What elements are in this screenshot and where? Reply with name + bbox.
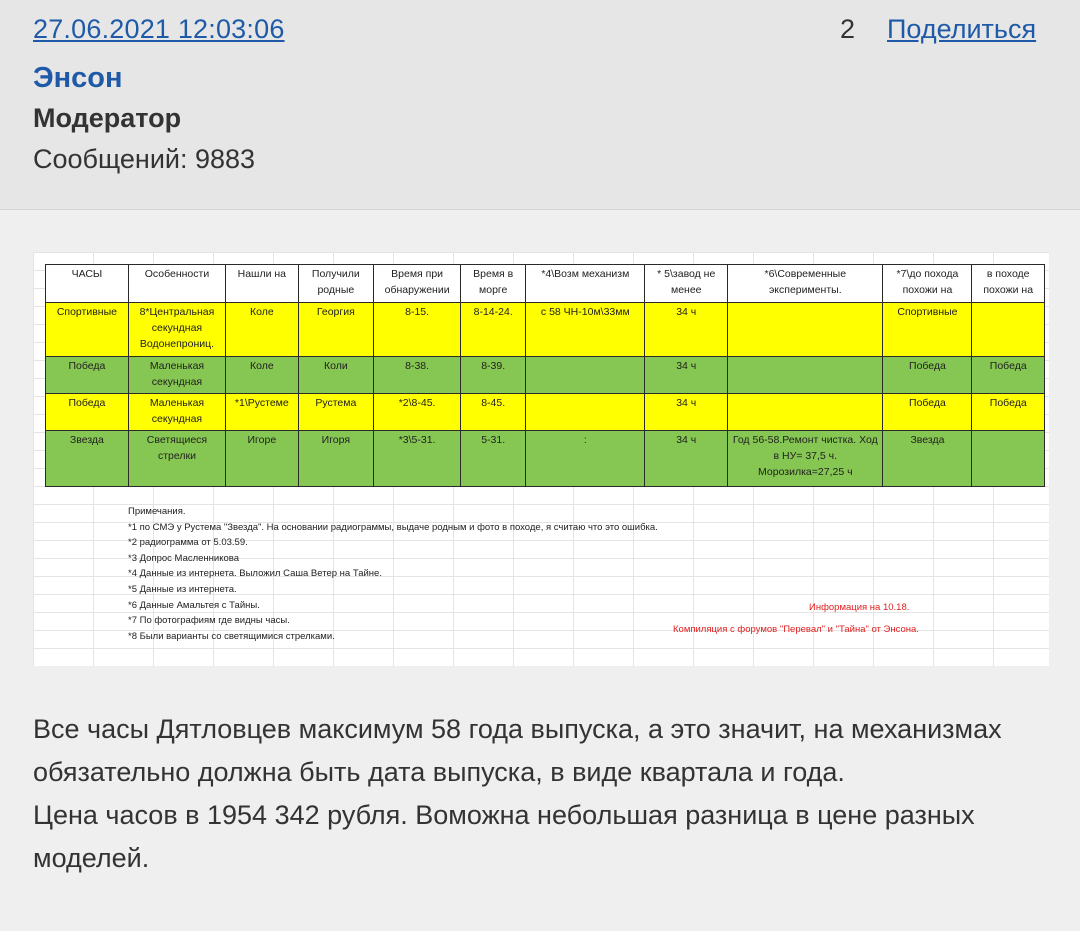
note-line: *1 по СМЭ у Рустема "Звезда". На основан…: [128, 521, 658, 533]
table-cell: Победа: [882, 393, 973, 431]
table-cell: 34 ч: [644, 302, 729, 357]
note-line: *8 Были варианты со светящимися стрелкам…: [128, 630, 335, 642]
table-cell: 34 ч: [644, 393, 729, 431]
table-cell: 8-39.: [460, 356, 527, 394]
post-paragraph: Все часы Дятловцев максимум 58 года выпу…: [33, 714, 1002, 787]
table-cell: [727, 393, 884, 431]
note-line: *4 Данные из интернета. Выложил Саша Вет…: [128, 568, 382, 580]
table-cell: [525, 393, 646, 431]
watches-table: ЧАСЫ Особенности Нашли на Получили родны…: [45, 264, 1045, 487]
table-header-cell: в походе похожи на: [971, 264, 1045, 303]
table-cell: Звезда: [882, 430, 973, 487]
table-header-cell: ЧАСЫ: [45, 264, 129, 303]
table-header-row: ЧАСЫ Особенности Нашли на Получили родны…: [45, 264, 1045, 303]
table-row: Победа Маленькая секундная Коле Коли 8-3…: [45, 356, 1045, 394]
table-cell: 34 ч: [644, 430, 729, 487]
share-link[interactable]: Поделиться: [887, 14, 1036, 45]
table-cell: 8-14-24.: [460, 302, 527, 357]
table-cell: :: [525, 430, 646, 487]
post-number: 2: [840, 14, 856, 44]
table-notes: Примечания. *1 по СМЭ у Рустема "Звезда"…: [128, 504, 658, 644]
table-cell: Победа: [45, 356, 129, 394]
table-header-cell: *7\до похода похожи на: [882, 264, 973, 303]
post-text: Все часы Дятловцев максимум 58 года выпу…: [33, 708, 1053, 880]
table-cell: 8*Центральная секундная Водонепрониц.: [127, 302, 227, 357]
table-row: Звезда Светящиеся стрелки Игоре Игоря *3…: [45, 430, 1045, 487]
table-cell: 8-38.: [373, 356, 462, 394]
table-cell: Коли: [297, 356, 375, 394]
table-cell: Игоре: [225, 430, 299, 487]
table-header-cell: Время при обнаружении: [373, 264, 462, 303]
table-cell: [971, 302, 1045, 357]
table-cell: 34 ч: [644, 356, 729, 394]
table-header-cell: * 5\завод не менее: [644, 264, 729, 303]
table-cell: Игоря: [297, 430, 375, 487]
table-cell: Маленькая секундная: [127, 393, 227, 431]
post-date-link[interactable]: 27.06.2021 12:03:06: [33, 14, 285, 45]
table-cell: [971, 430, 1045, 487]
table-cell: Светящиеся стрелки: [127, 430, 227, 487]
table-cell: Год 56-58.Ремонт чистка. Ход в НУ= 37,5 …: [727, 430, 884, 487]
table-header-cell: *6\Современные эксперименты.: [727, 264, 884, 303]
table-header-cell: *4\Возм механизм: [525, 264, 646, 303]
note-line: *7 По фотографиям где видны часы.: [128, 615, 290, 627]
post-header: 27.06.2021 12:03:06 2 Поделиться Энсон М…: [0, 0, 1080, 210]
table-cell: *1\Рустеме: [225, 393, 299, 431]
author-message-count: Сообщений: 9883: [33, 144, 256, 174]
table-cell: 8-15.: [373, 302, 462, 357]
post-body: ЧАСЫ Особенности Нашли на Получили родны…: [0, 211, 1080, 931]
note-line: *6 Данные Амальтея с Тайны.: [128, 599, 260, 611]
table-cell: 5-31.: [460, 430, 527, 487]
table-cell: Рустема: [297, 393, 375, 431]
table-cell: [525, 356, 646, 394]
table-header-cell: Время в морге: [460, 264, 527, 303]
note-line: *2 радиограмма от 5.03.59.: [128, 537, 248, 549]
table-row: Спортивные 8*Центральная секундная Водон…: [45, 302, 1045, 357]
table-row: Победа Маленькая секундная *1\Рустеме Ру…: [45, 393, 1045, 431]
table-cell: Коле: [225, 302, 299, 357]
table-cell: *2\8-45.: [373, 393, 462, 431]
note-line: *3 Допрос Масленникова: [128, 552, 239, 564]
author-role: Модератор: [33, 103, 182, 133]
table-cell: Коле: [225, 356, 299, 394]
info-date-note: Информация на 10.18.: [809, 602, 910, 613]
table-cell: Победа: [971, 393, 1045, 431]
table-cell: Победа: [45, 393, 129, 431]
author-name[interactable]: Энсон: [33, 62, 123, 95]
table-cell: с 58 ЧН-10м\33мм: [525, 302, 646, 357]
table-cell: 8-45.: [460, 393, 527, 431]
table-header-cell: Получили родные: [297, 264, 375, 303]
table-cell: Спортивные: [882, 302, 973, 357]
table-header-cell: Особенности: [127, 264, 227, 303]
compilation-note: Компиляция с форумов "Перевал" и "Тайна"…: [673, 624, 919, 635]
table-cell: Звезда: [45, 430, 129, 487]
table-cell: Маленькая секундная: [127, 356, 227, 394]
table-cell: [727, 356, 884, 394]
post-paragraph: Цена часов в 1954 342 рубля. Воможна неб…: [33, 800, 975, 873]
spreadsheet-image[interactable]: ЧАСЫ Особенности Нашли на Получили родны…: [33, 252, 1049, 666]
table-header-cell: Нашли на: [225, 264, 299, 303]
table-cell: Победа: [971, 356, 1045, 394]
table-cell: Спортивные: [45, 302, 129, 357]
note-line: *5 Данные из интернета.: [128, 583, 237, 595]
table-cell: [727, 302, 884, 357]
table-cell: Георгия: [297, 302, 375, 357]
note-line: Примечания.: [128, 506, 186, 517]
table-cell: Победа: [882, 356, 973, 394]
table-cell: *3\5-31.: [373, 430, 462, 487]
